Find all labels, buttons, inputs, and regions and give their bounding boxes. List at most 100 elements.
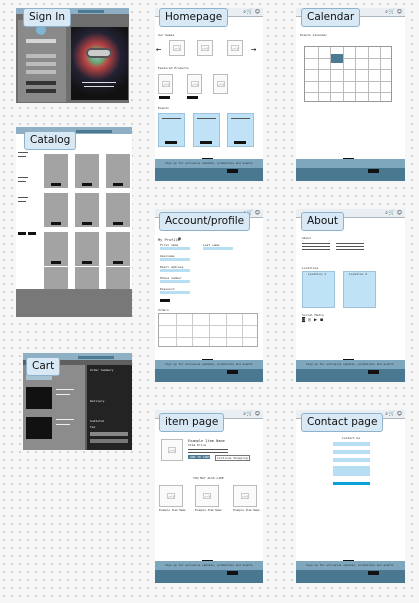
signin-alt-button[interactable] bbox=[26, 89, 56, 93]
calendar-highlight-day[interactable] bbox=[331, 54, 343, 63]
contact-message-field[interactable] bbox=[333, 466, 370, 476]
item-recommend-image-1[interactable] bbox=[159, 485, 183, 507]
cart-icon[interactable]: 🛒 bbox=[247, 411, 253, 417]
about-location-card-2[interactable] bbox=[343, 271, 376, 308]
contact-footer-button[interactable] bbox=[368, 571, 379, 575]
account-username-field[interactable] bbox=[160, 258, 190, 261]
signin-button-1[interactable] bbox=[26, 39, 56, 43]
signin-field-1[interactable] bbox=[26, 54, 56, 58]
event-button-1[interactable] bbox=[165, 141, 177, 144]
catalog-add-btn-3[interactable] bbox=[113, 183, 123, 186]
catalog-add-btn-4[interactable] bbox=[51, 222, 61, 225]
homepage-footer-button[interactable] bbox=[227, 169, 238, 173]
catalog-add-btn-1[interactable] bbox=[51, 183, 61, 186]
featured-product-1[interactable] bbox=[158, 74, 173, 94]
contact-name-field[interactable] bbox=[333, 442, 370, 446]
contact-frame: ⌕ 🛒 ☺ Contact Us Sign up for exclusive u… bbox=[296, 410, 405, 583]
game-image-3[interactable] bbox=[227, 40, 243, 56]
account-avatar-icon: ◉ bbox=[178, 236, 182, 242]
item-continue-button[interactable]: Continue Shopping bbox=[215, 455, 250, 461]
catalog-add-btn-2[interactable] bbox=[82, 183, 92, 186]
calendar-footer-band bbox=[296, 159, 405, 168]
cart-icon[interactable]: 🛒 bbox=[389, 411, 395, 417]
label-about: About bbox=[301, 212, 345, 231]
cart-continue-button[interactable] bbox=[90, 439, 128, 443]
cart-icon[interactable]: 🛒 bbox=[247, 9, 253, 15]
signin-hero-image bbox=[71, 27, 128, 100]
account-first-name-field[interactable] bbox=[160, 247, 190, 250]
about-footer-button[interactable] bbox=[368, 370, 379, 374]
item-footer-button[interactable] bbox=[227, 571, 238, 575]
contact-email-field[interactable] bbox=[333, 450, 370, 454]
cart-item-2-image bbox=[26, 417, 52, 439]
search-icon[interactable]: ⌕ bbox=[243, 411, 246, 417]
catalog-add-btn-9[interactable] bbox=[113, 261, 123, 264]
calendar-footer-button[interactable] bbox=[368, 169, 379, 173]
homepage-section-featured: Featured Products bbox=[158, 66, 189, 70]
catalog-add-btn-6[interactable] bbox=[113, 222, 123, 225]
item-add-to-cart-label: ADD TO CART bbox=[190, 455, 210, 459]
about-social-icons[interactable]: ◙ ◎ ▶ ◼ bbox=[302, 317, 323, 323]
account-icon[interactable]: ☺ bbox=[397, 210, 402, 216]
account-email-field[interactable] bbox=[160, 269, 190, 272]
cart-icon[interactable]: 🛒 bbox=[389, 9, 395, 15]
account-icon[interactable]: ☺ bbox=[255, 210, 260, 216]
signin-field-3[interactable] bbox=[26, 70, 56, 74]
search-icon[interactable]: ⌕ bbox=[385, 9, 388, 15]
catalog-add-btn-8[interactable] bbox=[82, 261, 92, 264]
account-footer-button[interactable] bbox=[227, 370, 238, 374]
game-image-2[interactable] bbox=[197, 40, 213, 56]
account-save-button[interactable] bbox=[160, 299, 170, 302]
featured-button-2[interactable] bbox=[187, 96, 198, 99]
signin-hero-goggles bbox=[86, 48, 112, 58]
label-homepage: Homepage bbox=[159, 8, 229, 27]
signin-hero-caption-2 bbox=[84, 86, 114, 87]
catalog-filter-button-1[interactable] bbox=[18, 232, 26, 235]
about-text-3 bbox=[302, 249, 330, 250]
label-account: Account/profile bbox=[159, 212, 251, 231]
orders-table-col bbox=[192, 314, 194, 346]
cart-item-2-name bbox=[56, 419, 74, 420]
cart-checkout-button[interactable] bbox=[90, 432, 128, 436]
featured-product-2[interactable] bbox=[187, 74, 202, 94]
item-recommend-name-1: Example Item Name bbox=[159, 509, 186, 512]
catalog-filter-button-2[interactable] bbox=[28, 232, 36, 235]
account-icon[interactable]: ☺ bbox=[255, 9, 260, 15]
account-phone-field[interactable] bbox=[160, 280, 190, 283]
account-icon[interactable]: ☺ bbox=[397, 411, 402, 417]
homepage-frame: ⌕ 🛒 ☺ Our Games ← → Featured Products Ev… bbox=[155, 8, 263, 181]
event-button-2[interactable] bbox=[200, 141, 212, 144]
account-icon[interactable]: ☺ bbox=[255, 411, 260, 417]
account-password-field[interactable] bbox=[160, 291, 190, 294]
account-last-name-field[interactable] bbox=[203, 247, 233, 250]
contact-submit-button[interactable] bbox=[333, 482, 370, 485]
signin-field-2[interactable] bbox=[26, 62, 56, 66]
featured-button-1[interactable] bbox=[159, 96, 170, 99]
about-text-6 bbox=[336, 249, 364, 250]
carousel-right-arrow-icon[interactable]: → bbox=[251, 46, 256, 55]
account-icon[interactable]: ☺ bbox=[397, 9, 402, 15]
search-icon[interactable]: ⌕ bbox=[243, 9, 246, 15]
about-locations-heading: Locations bbox=[302, 266, 319, 270]
orders-table-col bbox=[242, 314, 244, 346]
item-recommend-image-3[interactable] bbox=[233, 485, 257, 507]
signin-submit-button[interactable] bbox=[26, 81, 56, 85]
carousel-left-arrow-icon[interactable]: ← bbox=[156, 46, 161, 55]
search-icon[interactable]: ⌕ bbox=[385, 210, 388, 216]
featured-product-3[interactable] bbox=[213, 74, 228, 94]
catalog-add-btn-5[interactable] bbox=[82, 222, 92, 225]
about-footer: Sign up for exclusive updates, promotion… bbox=[296, 360, 405, 382]
contact-subject-field[interactable] bbox=[333, 458, 370, 462]
calendar-grid-col bbox=[380, 47, 382, 101]
game-image-1[interactable] bbox=[169, 40, 185, 56]
search-icon[interactable]: ⌕ bbox=[385, 411, 388, 417]
cart-item-1-image bbox=[26, 387, 52, 409]
cart-item-1-name bbox=[56, 389, 74, 390]
event-button-3[interactable] bbox=[234, 141, 246, 144]
account-frame: ⌕ 🛒 ☺ My Profile ◉ First name Last name … bbox=[155, 209, 263, 382]
calendar-grid[interactable] bbox=[304, 46, 392, 102]
about-location-card-1[interactable] bbox=[302, 271, 335, 308]
cart-icon[interactable]: 🛒 bbox=[389, 210, 395, 216]
item-recommend-image-2[interactable] bbox=[195, 485, 219, 507]
catalog-add-btn-7[interactable] bbox=[51, 261, 61, 264]
